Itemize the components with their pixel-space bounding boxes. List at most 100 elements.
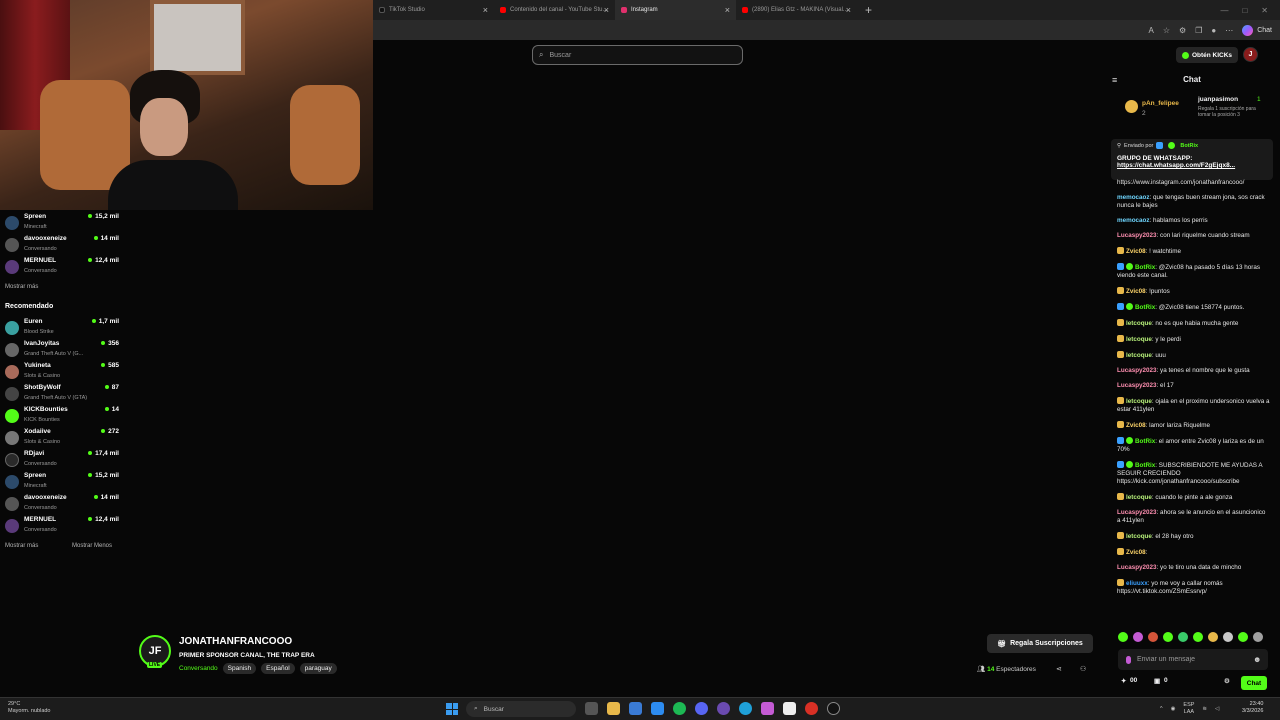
stream-category[interactable]: Conversando — [179, 665, 218, 672]
sidebar-channel-ivanjoyitas[interactable]: IvanJoyitas Grand Theft Auto V (G... 356 — [5, 340, 119, 362]
emote-icon[interactable] — [1238, 632, 1248, 642]
emote-icon[interactable] — [1118, 632, 1128, 642]
gift-subscriptions-button[interactable]: 🎁︎ Regala Suscripciones — [987, 634, 1093, 653]
spotify-icon[interactable] — [673, 702, 686, 715]
new-tab-icon[interactable]: + — [865, 3, 872, 17]
language-indicator[interactable]: ESP LAA — [1183, 702, 1194, 716]
tab-youtube-video[interactable]: (2890) Elias Gtz - MAKINA (Visual... × — [736, 0, 857, 20]
chat-username[interactable]: letcoque — [1126, 494, 1152, 501]
sidebar-channel-mernuel-2[interactable]: MERNUEL Conversando 12,4 mil — [5, 516, 119, 538]
tray-chevron-icon[interactable]: ^ — [1160, 706, 1163, 712]
translate-icon[interactable]: A — [1149, 26, 1154, 35]
tab-tiktok-studio[interactable]: TikTok Studio × — [373, 0, 494, 20]
sidebar-channel-davooxeneize-2[interactable]: davooxeneize Conversando 14 mil — [5, 494, 119, 516]
microphone-icon[interactable] — [1126, 655, 1131, 664]
emote-icon[interactable] — [1253, 632, 1263, 642]
chat-username[interactable]: letcoque — [1126, 533, 1152, 540]
emote-icon[interactable] — [1163, 632, 1173, 642]
chat-username[interactable]: Lucaspy2023 — [1117, 367, 1157, 374]
minimize-icon[interactable]: — — [1220, 6, 1228, 15]
chat-username[interactable]: letcoque — [1126, 398, 1152, 405]
chat-username[interactable]: BotRix — [1135, 462, 1155, 469]
profile-icon[interactable]: ● — [1211, 26, 1216, 35]
extensions-icon[interactable]: ⚙ — [1179, 26, 1186, 35]
emote-icon[interactable] — [1133, 632, 1143, 642]
emote-icon[interactable] — [1148, 632, 1158, 642]
taskbar-search[interactable]: ⌕ Buscar — [466, 701, 576, 717]
sidebar-channel-davooxeneize[interactable]: davooxeneize Conversando 14 mil — [5, 235, 119, 257]
emoji-icon[interactable]: ☻ — [1253, 655, 1261, 664]
obs-icon[interactable] — [717, 702, 730, 715]
collections-icon[interactable]: ❐ — [1195, 26, 1202, 35]
search-input[interactable] — [549, 51, 730, 59]
task-view-icon[interactable] — [585, 702, 598, 715]
sidebar-channel-mernuel[interactable]: MERNUEL Conversando 12,4 mil — [5, 257, 119, 279]
sidebar-channel-spreen[interactable]: Spreen Minecraft 15,2 mil — [5, 213, 119, 235]
chat-username[interactable]: letcoque — [1126, 320, 1152, 327]
sidebar-channel-kickbounties[interactable]: KICKBounties KICK Bounties 14 — [5, 406, 119, 428]
chat-username[interactable]: BotRix — [1135, 264, 1155, 271]
tag-pill[interactable]: Spanish — [222, 663, 257, 674]
chat-username[interactable]: Lucaspy2023 — [1117, 232, 1157, 239]
tiktok-app-icon[interactable] — [827, 702, 840, 715]
close-tab-icon[interactable]: × — [846, 5, 851, 15]
edge-icon[interactable] — [739, 702, 752, 715]
send-chat-button[interactable]: Chat — [1241, 676, 1267, 690]
sidebar-channel-shotbywolf[interactable]: ShotByWolf Grand Theft Auto V (GTA) 87 — [5, 384, 119, 406]
chat-username[interactable]: BotRix — [1135, 438, 1155, 445]
emote-icon[interactable] — [1208, 632, 1218, 642]
chat-username[interactable]: Zvic08 — [1126, 549, 1146, 556]
pinned-link[interactable]: https://chat.whatsapp.com/F2gEjqx8... — [1117, 162, 1267, 169]
close-window-icon[interactable]: ✕ — [1261, 6, 1268, 15]
chat-username[interactable]: eliuuxx — [1126, 580, 1148, 587]
chrome-icon[interactable] — [805, 702, 818, 715]
tray-app-icon[interactable]: ◉ — [1171, 706, 1176, 712]
chat-username[interactable]: letcoque — [1126, 352, 1152, 359]
sidebar-channel-euren[interactable]: Euren Blood Strike 1,7 mil — [5, 318, 119, 340]
close-tab-icon[interactable]: × — [604, 5, 609, 15]
tag-pill[interactable]: paraguay — [299, 663, 337, 674]
chat-input[interactable] — [1137, 656, 1247, 663]
points-icon[interactable]: ✦ — [1121, 677, 1126, 685]
more-icon[interactable]: ⋯ — [1225, 26, 1233, 35]
show-more-link[interactable]: Mostrar más — [5, 543, 38, 549]
pinned-message[interactable]: ⚲ Enviado por BotRix GRUPO DE WHATSAPP: ht… — [1111, 139, 1273, 180]
get-kicks-button[interactable]: Obtén KICKs — [1176, 47, 1238, 63]
show-more-link[interactable]: Mostrar más — [5, 284, 38, 290]
discord-icon[interactable] — [695, 702, 708, 715]
streamer-name[interactable]: JONATHANFRANCOOO — [179, 636, 292, 647]
emote-icon[interactable] — [1223, 632, 1233, 642]
copilot-button[interactable]: Chat — [1242, 24, 1272, 36]
close-tab-icon[interactable]: × — [483, 5, 488, 15]
close-tab-icon[interactable]: × — [725, 5, 730, 15]
emote-icon[interactable] — [1193, 632, 1203, 642]
mail-icon[interactable] — [651, 702, 664, 715]
favorite-star-icon[interactable]: ☆ — [1163, 26, 1170, 35]
chat-username[interactable]: Zvic08 — [1126, 422, 1146, 429]
subs-icon[interactable]: ▣ — [1154, 677, 1160, 685]
volume-icon[interactable]: ◁ — [1215, 706, 1219, 712]
windows-start-icon[interactable] — [446, 703, 458, 715]
maximize-icon[interactable]: □ — [1242, 6, 1247, 15]
chat-username[interactable]: Zvic08 — [1126, 288, 1146, 295]
sidebar-channel-rdjavi[interactable]: RDjavi Conversando 17,4 mil — [5, 450, 119, 472]
chat-username[interactable]: memocaoz — [1117, 194, 1150, 201]
search-bar[interactable]: ⌕ — [532, 45, 743, 65]
taskbar-clock[interactable]: 23:40 3/3/2026 — [1242, 701, 1263, 715]
share-icon[interactable]: ⋖ — [1056, 665, 1062, 673]
sidebar-channel-yukineta[interactable]: Yukineta Slots & Casino 585 — [5, 362, 119, 384]
sidebar-channel-spreen-2[interactable]: Spreen Minecraft 15,2 mil — [5, 472, 119, 494]
chat-settings-icon[interactable]: ⚙ — [1224, 677, 1230, 685]
show-less-link[interactable]: Mostrar Menos — [72, 543, 112, 549]
sidebar-channel-xodaiive[interactable]: Xodaiive Slots & Casino 272 — [5, 428, 119, 450]
tab-youtube-studio[interactable]: Contenido del canal - YouTube Stu... × — [494, 0, 615, 20]
store-icon[interactable] — [629, 702, 642, 715]
chat-username[interactable]: BotRix — [1135, 304, 1155, 311]
chat-username[interactable]: Lucaspy2023 — [1117, 564, 1157, 571]
chat-username[interactable]: Zvic08 — [1126, 248, 1146, 255]
wifi-icon[interactable]: ≋ — [1202, 706, 1207, 712]
copilot-app-icon[interactable] — [761, 702, 774, 715]
emote-icon[interactable] — [1178, 632, 1188, 642]
user-options-icon[interactable]: ⚇ — [1080, 665, 1086, 673]
chat-username[interactable]: memocaoz — [1117, 217, 1150, 224]
